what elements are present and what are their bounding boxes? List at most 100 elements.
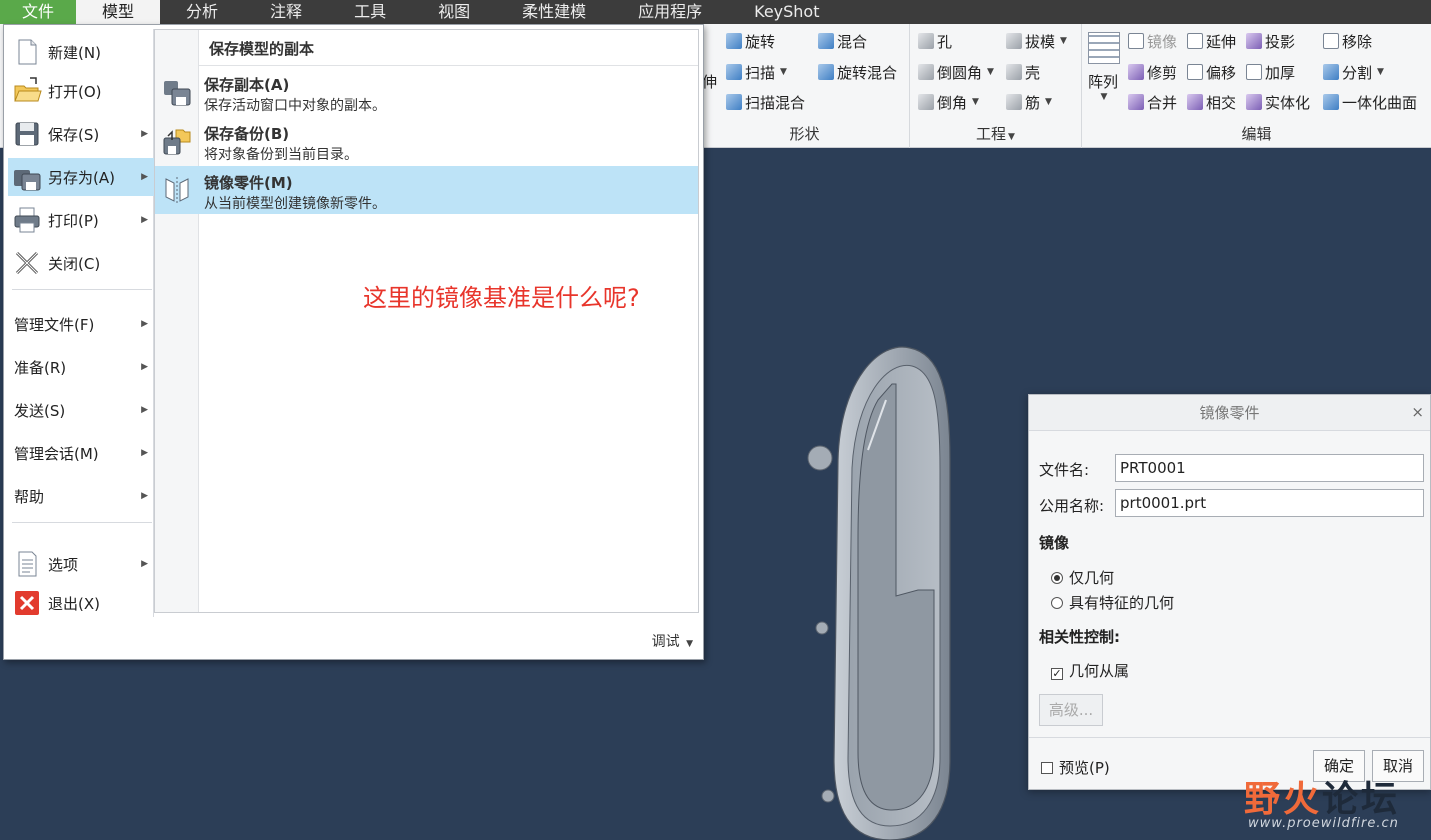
ribbon-sweep-button[interactable]: 扫描 ▼	[726, 61, 787, 83]
tab-keyshot[interactable]: KeyShot	[728, 0, 845, 24]
tab-analysis[interactable]: 分析	[160, 0, 244, 24]
tab-view[interactable]: 视图	[412, 0, 496, 24]
ribbon-offset-button[interactable]: 偏移	[1187, 61, 1236, 83]
file-name-label: 文件名:	[1039, 461, 1090, 479]
common-name-input[interactable]	[1115, 489, 1424, 517]
ribbon-solidify-button[interactable]: 实体化	[1246, 91, 1310, 113]
chamfer-icon	[918, 94, 934, 110]
sweep-icon	[726, 64, 742, 80]
menu-item-save[interactable]: 保存(S) ▶	[8, 115, 154, 153]
menu-item-manage-session[interactable]: 管理会话(M) ▶	[8, 434, 154, 472]
tab-applications[interactable]: 应用程序	[612, 0, 728, 24]
preview-checkbox[interactable]: 预览(P)	[1041, 757, 1110, 778]
menu-item-open[interactable]: 打开(O)	[8, 72, 154, 110]
rib-icon	[1006, 94, 1022, 110]
ribbon-chamfer-button[interactable]: 倒角 ▼	[918, 91, 979, 113]
advanced-button[interactable]: 高级...	[1039, 694, 1103, 726]
chevron-down-icon: ▼	[1045, 97, 1052, 107]
pattern-icon	[1088, 32, 1120, 64]
watermark-logo: 野火论坛	[1244, 779, 1401, 820]
options-list-icon	[18, 551, 37, 577]
ribbon-rib-button[interactable]: 筋 ▼	[1006, 91, 1052, 113]
ribbon-remove-button[interactable]: 移除	[1323, 30, 1372, 52]
menu-item-manage-file[interactable]: 管理文件(F) ▶	[8, 305, 154, 343]
chevron-down-icon: ▼	[1377, 67, 1384, 77]
radio-unselected[interactable]	[1051, 597, 1063, 609]
ribbon-unify-surface-button[interactable]: 一体化曲面	[1323, 91, 1417, 113]
ribbon-tab-bar: 文件 模型 分析 注释 工具 视图 柔性建模 应用程序 KeyShot	[0, 0, 1431, 24]
ribbon-split-button[interactable]: 分割 ▼	[1323, 61, 1384, 83]
chevron-down-icon: ▼	[987, 67, 994, 77]
part-model[interactable]	[800, 340, 980, 840]
submenu-arrow-icon: ▶	[141, 405, 148, 415]
tab-model[interactable]: 模型	[76, 0, 161, 24]
ribbon-intersect-button[interactable]: 相交	[1187, 91, 1236, 113]
ribbon-extrude-partial[interactable]: 伸	[702, 70, 717, 92]
chevron-down-icon: ▼	[1008, 132, 1015, 142]
ribbon-rotational-blend-button[interactable]: 旋转混合	[818, 61, 897, 83]
geometry-dependent-checkbox[interactable]: ✓ 几何从属	[1051, 660, 1129, 681]
exit-icon	[15, 591, 39, 615]
part-boss-mid	[815, 621, 829, 635]
menu-item-exit[interactable]: 退出(X)	[8, 584, 154, 622]
rotational-blend-icon	[818, 64, 834, 80]
watermark-url: www.proewildfire.cn	[1248, 816, 1399, 831]
swept-blend-icon	[726, 94, 742, 110]
ribbon-thicken-button[interactable]: 加厚	[1246, 61, 1295, 83]
file-name-input[interactable]	[1115, 454, 1424, 482]
menu-item-new[interactable]: 新建(N)	[8, 33, 154, 71]
tab-annotate[interactable]: 注释	[244, 0, 328, 24]
ribbon-group-label-engineering[interactable]: 工程 ▼	[910, 123, 1081, 144]
annotation-question: 这里的镜像基准是什么呢?	[363, 284, 640, 312]
menu-item-print[interactable]: 打印(P) ▶	[8, 201, 154, 239]
ribbon-round-button[interactable]: 倒圆角 ▼	[918, 61, 994, 83]
ribbon-swept-blend-button[interactable]: 扫描混合	[726, 91, 805, 113]
trim-icon	[1128, 64, 1144, 80]
backup-icon	[163, 129, 191, 155]
checkbox-unchecked[interactable]	[1041, 762, 1053, 774]
menu-item-close[interactable]: 关闭(C)	[8, 244, 154, 282]
ribbon-project-button[interactable]: 投影	[1246, 30, 1295, 52]
ribbon-pattern-button[interactable]: 阵列 ▼	[1088, 71, 1118, 102]
submenu-arrow-icon: ▶	[141, 215, 148, 225]
ribbon-group-label-edit: 编辑	[1241, 125, 1272, 143]
submenu-arrow-icon: ▶	[141, 362, 148, 372]
chevron-down-icon: ▼	[780, 67, 787, 77]
ribbon-blend-button[interactable]: 混合	[818, 30, 867, 52]
ribbon-revolve-button[interactable]: 旋转	[726, 30, 775, 52]
menu-item-save-as[interactable]: 另存为(A) ▶	[8, 158, 154, 196]
tab-file[interactable]: 文件	[0, 0, 77, 24]
ribbon-mirror-button[interactable]: 镜像	[1128, 30, 1177, 52]
close-icon[interactable]: ×	[1411, 403, 1424, 421]
mirror-option-geometry-only[interactable]: 仅几何	[1051, 567, 1114, 588]
tab-flexible-modeling[interactable]: 柔性建模	[496, 0, 612, 24]
submenu-item-save-copy[interactable]: 保存副本(A) 保存活动窗口中对象的副本。	[155, 68, 698, 116]
submenu-item-backup[interactable]: 保存备份(B) 将对象备份到当前目录。	[155, 117, 698, 165]
radio-selected[interactable]	[1051, 572, 1063, 584]
debug-button[interactable]: 调试 ▼	[652, 631, 693, 651]
dialog-title: 镜像零件	[1029, 395, 1430, 431]
mirror-option-geometry-with-features[interactable]: 具有特征的几何	[1051, 592, 1174, 613]
submenu-item-mirror-part[interactable]: 镜像零件(M) 从当前模型创建镜像新零件。	[155, 166, 698, 214]
submenu-arrow-icon: ▶	[141, 172, 148, 182]
chevron-down-icon: ▼	[1100, 92, 1108, 102]
unify-surface-icon	[1323, 94, 1339, 110]
ribbon-extend-button[interactable]: 延伸	[1187, 30, 1236, 52]
save-copy-icon	[164, 81, 191, 106]
menu-item-help[interactable]: 帮助 ▶	[8, 477, 154, 515]
part-boss-top	[807, 445, 833, 471]
ribbon-draft-button[interactable]: 拔模 ▼	[1006, 30, 1067, 52]
ribbon-shell-button[interactable]: 壳	[1006, 61, 1040, 83]
round-icon	[918, 64, 934, 80]
menu-item-options[interactable]: 选项 ▶	[8, 545, 154, 583]
ribbon-hole-button[interactable]: 孔	[918, 30, 952, 52]
blend-icon	[818, 33, 834, 49]
checkbox-checked[interactable]: ✓	[1051, 668, 1063, 680]
ribbon-merge-button[interactable]: 合并	[1128, 91, 1177, 113]
chevron-down-icon: ▼	[972, 97, 979, 107]
tab-tools[interactable]: 工具	[328, 0, 412, 24]
ribbon-trim-button[interactable]: 修剪	[1128, 61, 1177, 83]
menu-item-send[interactable]: 发送(S) ▶	[8, 391, 154, 429]
save-icon	[15, 122, 39, 146]
menu-item-prepare[interactable]: 准备(R) ▶	[8, 348, 154, 386]
